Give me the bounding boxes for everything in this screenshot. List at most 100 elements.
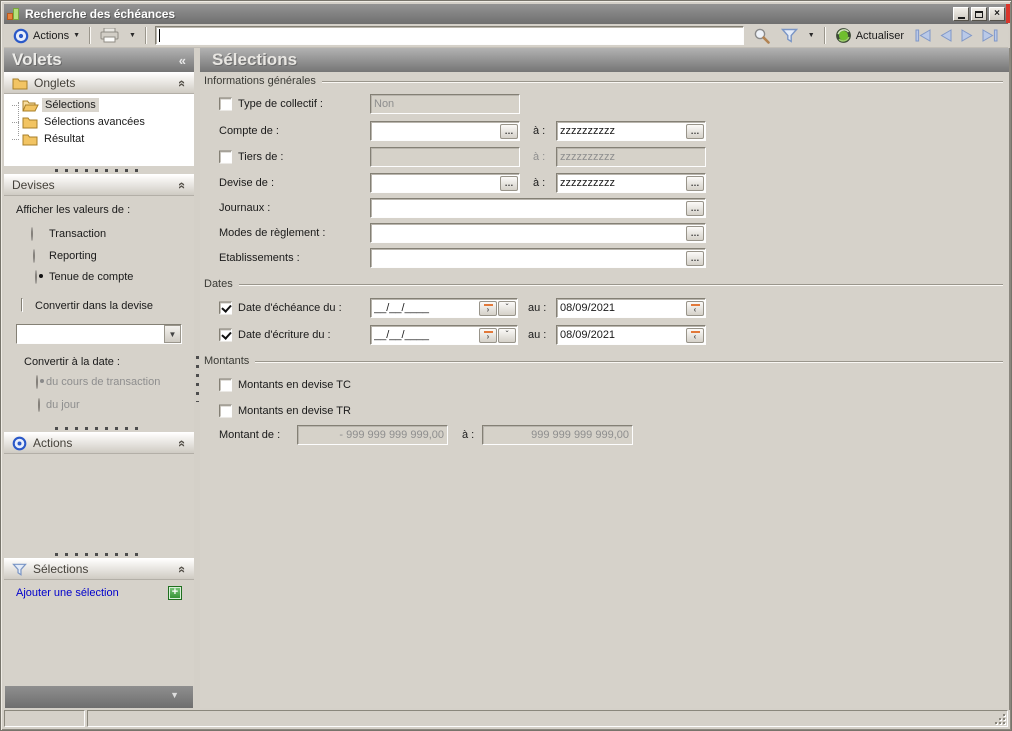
journaux-field[interactable]: …: [370, 198, 706, 218]
panel-splitter[interactable]: [4, 550, 194, 558]
date-echeance-checkbox[interactable]: [219, 301, 232, 315]
radio-transaction[interactable]: [31, 227, 33, 241]
type-collectif-checkbox[interactable]: [219, 97, 232, 111]
maximize-button[interactable]: [971, 7, 987, 21]
add-selection-button[interactable]: +: [168, 586, 182, 600]
date-picker-button[interactable]: ‹: [686, 300, 704, 316]
actions-menu-button[interactable]: Actions ▼: [8, 26, 85, 46]
montants-tc-checkbox[interactable]: [219, 378, 232, 392]
last-record-icon[interactable]: [981, 29, 998, 42]
minimize-button[interactable]: [953, 7, 969, 21]
actions-section-header[interactable]: Actions «: [4, 432, 194, 454]
devise-from-field[interactable]: …: [370, 173, 520, 193]
etablissements-lookup-button[interactable]: …: [686, 250, 704, 266]
quick-search-field[interactable]: [159, 28, 743, 43]
devise-from-input[interactable]: [372, 176, 499, 190]
date-echeance-to-field[interactable]: ‹: [556, 298, 706, 318]
collapse-section-icon[interactable]: «: [175, 181, 190, 188]
montant-to-field: [482, 425, 633, 445]
devise-to-input[interactable]: [558, 176, 685, 190]
first-record-icon[interactable]: [915, 29, 932, 42]
date-ecriture-row: Date d'écriture du : › ˇ au : ‹: [200, 325, 1009, 345]
convertir-devise-checkbox[interactable]: [21, 298, 23, 312]
tiers-label[interactable]: Tiers de :: [238, 151, 283, 163]
compte-to-field[interactable]: …: [556, 121, 706, 141]
date-picker-button[interactable]: ›: [479, 300, 497, 316]
refresh-button[interactable]: Actualiser: [830, 25, 909, 46]
etablissements-field[interactable]: …: [370, 248, 706, 268]
montant-from-input: [299, 428, 446, 442]
compte-from-field[interactable]: …: [370, 121, 520, 141]
resize-grip[interactable]: [993, 712, 1006, 725]
montants-tc-label[interactable]: Montants en devise TC: [238, 379, 351, 391]
compte-from-lookup-button[interactable]: …: [500, 123, 518, 139]
previous-record-icon[interactable]: [939, 29, 953, 42]
type-collectif-label[interactable]: Type de collectif :: [238, 98, 323, 110]
devises-body: Afficher les valeurs de : Transaction Re…: [4, 196, 194, 424]
filter-options-button[interactable]: ▼: [803, 30, 820, 41]
radio-reporting-label[interactable]: Reporting: [49, 250, 97, 262]
filter-button[interactable]: [776, 26, 803, 45]
radio-tenue-label[interactable]: Tenue de compte: [49, 271, 133, 283]
calendar-dropdown-button[interactable]: ˇ: [498, 300, 516, 316]
montants-tr-checkbox[interactable]: [219, 404, 232, 418]
tree-item-resultat[interactable]: Résultat: [12, 131, 87, 147]
combo-dropdown-button[interactable]: ▼: [164, 325, 181, 343]
convertir-devise-label[interactable]: Convertir dans la devise: [35, 300, 153, 312]
tree-item-selections-avancees[interactable]: Sélections avancées: [12, 114, 148, 130]
collapse-section-icon[interactable]: «: [175, 79, 190, 86]
compte-to-input[interactable]: [558, 124, 685, 138]
print-button[interactable]: [95, 26, 124, 45]
convertir-date-label: Convertir à la date :: [24, 356, 120, 368]
selections-section-header[interactable]: Sélections «: [4, 558, 194, 580]
onglets-section-header[interactable]: Onglets «: [4, 72, 194, 94]
date-picker-button[interactable]: ‹: [686, 327, 704, 343]
date-echeance-label[interactable]: Date d'échéance du :: [238, 302, 342, 314]
date-ecriture-checkbox[interactable]: [219, 328, 232, 342]
radio-transaction-label[interactable]: Transaction: [49, 228, 106, 240]
date-ecriture-from-field[interactable]: › ˇ: [370, 325, 518, 345]
devise-to-lookup-button[interactable]: …: [686, 175, 704, 191]
close-button[interactable]: ×: [989, 7, 1005, 21]
print-options-button[interactable]: ▼: [124, 30, 141, 41]
date-ecriture-to-input[interactable]: [558, 328, 685, 342]
panel-overflow-bar[interactable]: ▼: [5, 686, 193, 708]
radio-tenue-de-compte[interactable]: [35, 270, 37, 284]
volets-header[interactable]: Volets «: [4, 48, 194, 72]
search-button[interactable]: [748, 25, 776, 47]
calendar-dropdown-button[interactable]: ˇ: [498, 327, 516, 343]
collapse-section-icon[interactable]: «: [175, 439, 190, 446]
modes-lookup-button[interactable]: …: [686, 225, 704, 241]
radio-reporting[interactable]: [33, 249, 35, 263]
title-bar[interactable]: Recherche des échéances ×: [4, 4, 1008, 24]
add-selection-link[interactable]: Ajouter une sélection: [16, 587, 119, 599]
date-ecriture-label[interactable]: Date d'écriture du :: [238, 329, 331, 341]
journaux-lookup-button[interactable]: …: [686, 200, 704, 216]
modes-reglement-field[interactable]: …: [370, 223, 706, 243]
devises-section-header[interactable]: Devises «: [4, 174, 194, 196]
quick-search-input[interactable]: [154, 26, 744, 45]
date-echeance-from-field[interactable]: › ˇ: [370, 298, 518, 318]
etablissements-input[interactable]: [372, 251, 685, 265]
compte-row: Compte de : … à : …: [200, 121, 1009, 141]
devise-combobox[interactable]: ▼: [16, 324, 182, 344]
compte-to-lookup-button[interactable]: …: [686, 123, 704, 139]
collapse-panel-icon[interactable]: «: [179, 53, 186, 68]
date-picker-button[interactable]: ›: [479, 327, 497, 343]
journaux-input[interactable]: [372, 201, 685, 215]
modes-reglement-input[interactable]: [372, 226, 685, 240]
tiers-checkbox[interactable]: [219, 150, 232, 164]
panel-splitter[interactable]: [4, 166, 194, 174]
montants-tr-label[interactable]: Montants en devise TR: [238, 405, 351, 417]
date-ecriture-to-field[interactable]: ‹: [556, 325, 706, 345]
next-record-icon[interactable]: [960, 29, 974, 42]
compte-from-input[interactable]: [372, 124, 499, 138]
panel-splitter[interactable]: [4, 424, 194, 432]
devise-from-lookup-button[interactable]: …: [500, 175, 518, 191]
date-echeance-to-input[interactable]: [558, 301, 685, 315]
date-echeance-from-input[interactable]: [372, 301, 478, 315]
tree-item-selections[interactable]: Sélections: [12, 97, 99, 113]
date-ecriture-from-input[interactable]: [372, 328, 478, 342]
devise-to-field[interactable]: …: [556, 173, 706, 193]
collapse-section-icon[interactable]: «: [175, 565, 190, 572]
